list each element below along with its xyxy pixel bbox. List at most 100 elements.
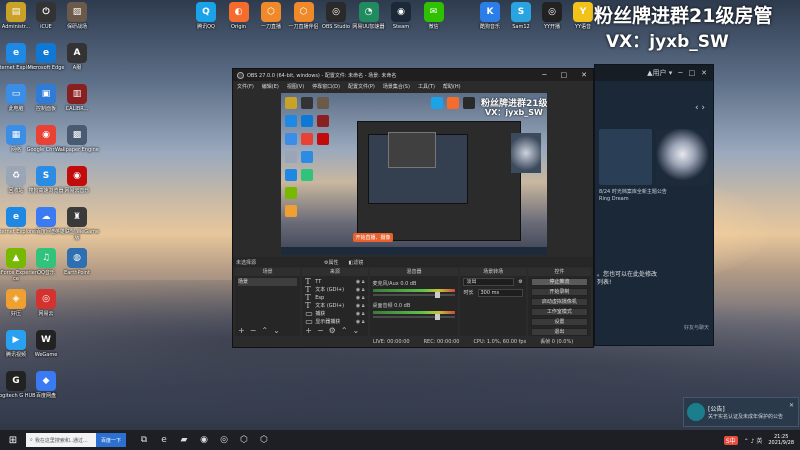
down-icon[interactable]: ⌄ [273, 326, 280, 335]
volume-slider[interactable] [372, 292, 456, 298]
visibility-eye-icon[interactable]: ◉ 🔒︎ [356, 310, 365, 318]
notification-toast[interactable]: [公告] 关于实名认证及未成年保护的公告 ✕ [683, 397, 799, 427]
lol-icon: ♜ [67, 207, 87, 227]
source-item[interactable]: T 文本 (GDI+) ◉ 🔒︎ [305, 302, 364, 310]
menu-edit[interactable]: 编辑(E) [262, 83, 279, 90]
live-taskbar-icon[interactable]: ⬡ [234, 430, 254, 450]
exit-button[interactable]: 退出 [530, 328, 588, 336]
visibility-eye-icon[interactable]: ◉ 🔒︎ [356, 286, 365, 294]
down-icon[interactable]: ⌄ [353, 326, 360, 335]
chrome-icon: ◉ [36, 125, 56, 145]
taskbar-search-input[interactable]: ⌕ 我在这里搜索和..通过... [26, 433, 96, 447]
audio-meter [372, 289, 456, 292]
edge-taskbar-icon[interactable]: e [154, 430, 174, 450]
steam-news-caption[interactable]: 8/24 时光档案库全新主题公告 [595, 189, 713, 196]
up-icon[interactable]: ⌃ [261, 326, 268, 335]
up-icon[interactable]: ⌃ [341, 326, 348, 335]
obs-taskbar-icon[interactable]: ◎ [214, 430, 234, 450]
preview-desktop-icon [285, 169, 297, 181]
add-icon[interactable]: + [238, 326, 245, 335]
windows-start-icon[interactable]: ⊞ [0, 435, 26, 446]
volume-slider-knob[interactable] [434, 292, 440, 298]
desktop-shortcut[interactable]: ◍ EarthPoint [54, 248, 100, 276]
steam-taskbar-icon[interactable]: ◉ [194, 430, 214, 450]
duration-input[interactable]: 300 ms [477, 289, 523, 297]
steam-news-tile[interactable] [599, 129, 652, 185]
promo-text-line2: VX：jyxb_SW [606, 32, 729, 52]
obs-window[interactable]: OBS 27.0.0 (64-bit, windows) - 配置文件: 未命名… [232, 68, 594, 348]
properties-button[interactable]: ⚙属性 [324, 259, 338, 266]
steam-friends-chat[interactable]: 好友与聊天 [684, 325, 709, 331]
obs-docks: 场景 场景 + − ⌃ ⌄ 来源 T TT ◉ 🔒︎ T 文本 (GDI+) ◉ 🔒︎ T E… [233, 268, 593, 337]
steam-titlebar[interactable]: ▲用户 ▾ ─ □ ✕ [595, 65, 713, 81]
desktop-shortcut[interactable]: ♜ 英雄联盟 WeGame版 [54, 207, 100, 241]
folder-taskbar-icon[interactable]: ▰ [174, 430, 194, 450]
menu-view[interactable]: 视图(V) [287, 83, 304, 90]
add-icon[interactable]: + [305, 326, 312, 335]
obs-titlebar[interactable]: OBS 27.0.0 (64-bit, windows) - 配置文件: 未命名… [233, 69, 593, 81]
desktop-shortcut[interactable]: ✉ 微信 [411, 2, 457, 30]
scene-item[interactable]: 场景 [238, 278, 298, 286]
preview-promo-line2: VX：jyxb_SW [485, 108, 543, 117]
menu-profile[interactable]: 配置文件(P) [348, 83, 375, 90]
steam-user-menu[interactable]: ▲用户 ▾ [647, 68, 672, 78]
visibility-eye-icon[interactable]: ◉ 🔒︎ [356, 302, 365, 310]
baidu-search-button[interactable]: 百度一下 [96, 433, 126, 447]
menu-docks[interactable]: 停靠窗口(D) [312, 83, 340, 90]
volume-slider[interactable] [372, 314, 456, 320]
preview-desktop-icon [317, 97, 329, 109]
visibility-eye-icon[interactable]: ◉ 🔒︎ [356, 294, 365, 302]
studio-mode-button[interactable]: 工作室模式 [530, 308, 588, 316]
minimize-icon[interactable]: ─ [542, 71, 546, 79]
earth-icon: ◍ [67, 248, 87, 268]
volume-slider-knob[interactable] [434, 314, 440, 320]
menu-file[interactable]: 文件(F) [237, 83, 254, 90]
preview-desktop-icon [463, 97, 475, 109]
close-icon[interactable]: ✕ [701, 69, 707, 77]
steam-window[interactable]: ▲用户 ▾ ─ □ ✕ ‹ › 8/24 时光档案库全新主题公告 Ring Dr… [594, 64, 714, 346]
source-item[interactable]: ▭ 捕获 ◉ 🔒︎ [305, 310, 364, 318]
source-item[interactable]: T TT ◉ 🔒︎ [305, 278, 364, 286]
gear-icon[interactable]: ⚙ [329, 326, 336, 335]
task-view-icon[interactable]: ⧉ [134, 430, 154, 450]
menu-scene-collection[interactable]: 场景集合(S) [383, 83, 410, 90]
remove-icon[interactable]: − [317, 326, 324, 335]
source-item[interactable]: ▭ 显示器捕获 ◉ 🔒︎ [305, 318, 364, 326]
start-virtual-camera-button[interactable]: 启动虚拟摄像机 [530, 298, 588, 306]
clock[interactable]: 21:25 2021/9/28 [768, 434, 794, 446]
desktop-shortcut[interactable]: ◆ 百度网盘 [23, 371, 69, 399]
menu-tools[interactable]: 工具(T) [418, 83, 435, 90]
live2-taskbar-icon[interactable]: ⬡ [254, 430, 274, 450]
cpu-fps: CPU: 1.0%, 60.00 fps [473, 338, 527, 345]
ime-badge[interactable]: S中 [723, 435, 738, 445]
close-icon[interactable]: ✕ [581, 71, 587, 79]
source-item[interactable]: T Esp ◉ 🔒︎ [305, 294, 364, 302]
maximize-icon[interactable]: □ [561, 71, 568, 79]
start-recording-button[interactable]: 开始录制 [530, 288, 588, 296]
desktop-shortcut[interactable]: ▥ CALIBR... [54, 84, 100, 112]
desktop-shortcut[interactable]: ▨ 保研战场 [54, 2, 100, 30]
steam-carousel-arrows[interactable]: ‹ › [695, 103, 705, 113]
stop-streaming-button[interactable]: 停止推流 [530, 278, 588, 286]
desktop-shortcut[interactable]: ◉ 网易云音乐 [54, 166, 100, 194]
close-icon[interactable]: ✕ [789, 402, 794, 409]
source-item[interactable]: T 文本 (GDI+) ◉ 🔒︎ [305, 286, 364, 294]
tray-icons[interactable]: ⌃ ♪ 英 [744, 436, 763, 445]
desktop-shortcut[interactable]: A A服 [54, 43, 100, 71]
steam-featured-tile[interactable] [656, 129, 709, 185]
gear-icon[interactable]: ⚙ [518, 278, 522, 286]
obs-preview[interactable]: 粉丝牌进群21级房管 VX：jyxb_SW 开始直播、摄像 [281, 93, 547, 255]
minimize-icon[interactable]: ─ [678, 69, 682, 77]
visibility-eye-icon[interactable]: ◉ 🔒︎ [356, 278, 365, 286]
settings-button[interactable]: 设置 [530, 318, 588, 326]
desktop-shortcut[interactable]: W WeGame [23, 330, 69, 358]
edge-icon: e [36, 43, 56, 63]
desktop-shortcut[interactable]: ◎ 网易云 [23, 289, 69, 317]
maximize-icon[interactable]: □ [689, 69, 696, 77]
remove-icon[interactable]: − [250, 326, 257, 335]
visibility-eye-icon[interactable]: ◉ 🔒︎ [356, 318, 365, 326]
desktop-shortcut[interactable]: ▩ Wallpaper Engine [54, 125, 100, 153]
filters-button[interactable]: ◧滤镜 [349, 259, 364, 266]
transition-select[interactable]: 淡出 [463, 278, 515, 286]
menu-help[interactable]: 帮助(H) [443, 83, 461, 90]
